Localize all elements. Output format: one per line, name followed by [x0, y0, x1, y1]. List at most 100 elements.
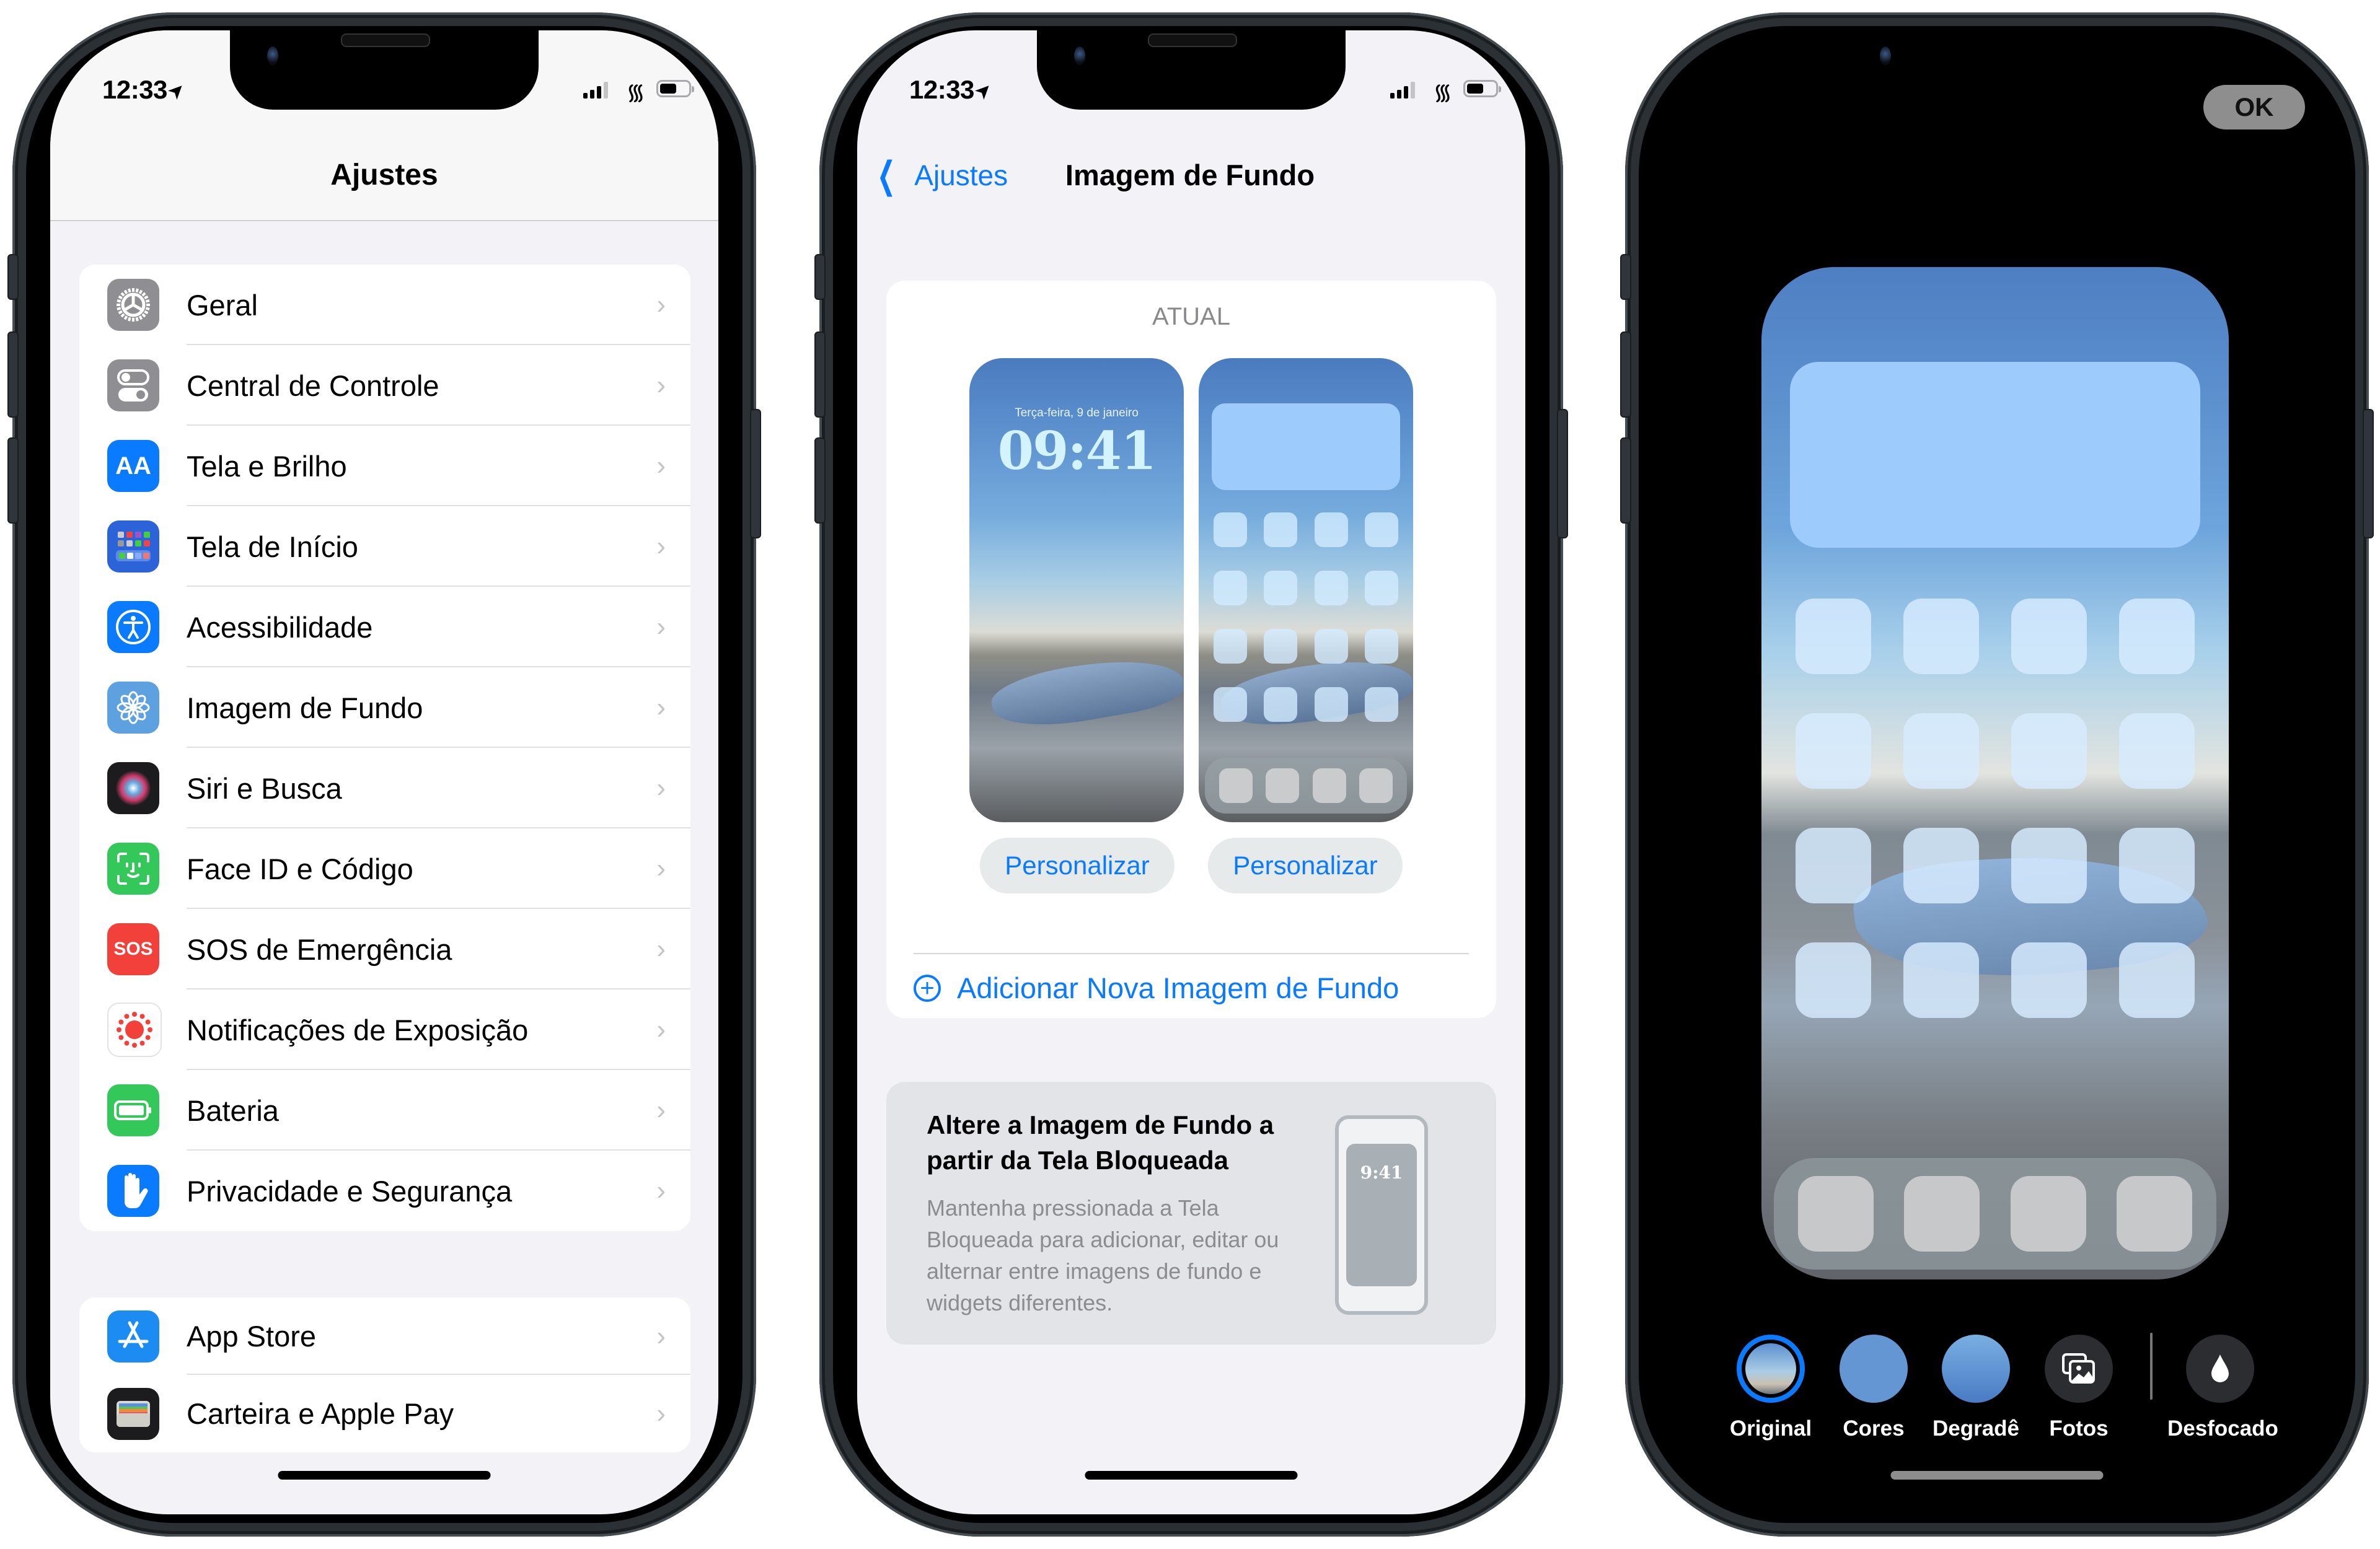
phone-settings: Ajustes 12:33 ➤ ᯾ Geral › Central de Contr… [7, 12, 761, 1537]
settings-row-sos-de-emergencia[interactable]: SOS SOS de Emergência › [79, 909, 690, 990]
wallet-icon [107, 1387, 159, 1440]
sos-icon: SOS [107, 923, 159, 975]
page-title: Imagem de Fundo [1065, 159, 1315, 191]
divider [914, 953, 1469, 954]
settings-row-face-id-e-codigo[interactable]: Face ID e Código › [79, 828, 690, 909]
chevron-right-icon: › [656, 612, 666, 642]
wallpaper-screen: 12:33 ➤ ᯾ ❮ Ajustes Imagem de Fundo ATUA… [857, 30, 1525, 1514]
volume-up-button [1620, 331, 1631, 418]
option-original[interactable]: Original [1718, 1335, 1823, 1441]
ok-button[interactable]: OK [2203, 85, 2305, 129]
siri-icon [107, 762, 159, 814]
back-label: Ajustes [914, 159, 1008, 191]
front-camera [267, 46, 278, 65]
section-label-current: ATUAL [1152, 303, 1230, 330]
settings-row-privacidade-e-seguranca[interactable]: Privacidade e Segurança › [79, 1151, 690, 1231]
option-label: Degradê [1932, 1416, 2020, 1441]
wifi-icon: ᯾ [626, 79, 645, 105]
tip-title: Altere a Imagem de Fundo a partir da Tel… [927, 1110, 1274, 1175]
status-time: 12:33 [102, 75, 167, 104]
option-blur[interactable]: Desfocado [2167, 1335, 2278, 1441]
side-button [2363, 409, 2374, 538]
original-swatch [1737, 1335, 1805, 1403]
photos-icon [2045, 1335, 2113, 1403]
mute-switch [7, 254, 19, 300]
settings-row-label: Tela de Início [187, 530, 358, 563]
editor-screen: OK Original Cores Degradê Fotos Desfocad… [1663, 30, 2331, 1514]
phone-wallpaper-editor: OK Original Cores Degradê Fotos Desfocad… [1620, 12, 2374, 1537]
toggles-icon [107, 359, 159, 411]
volume-down-button [1620, 437, 1631, 524]
home-screen-preview[interactable] [1199, 358, 1413, 822]
add-new-wallpaper-button[interactable]: + Adicionar Nova Imagem de Fundo [914, 971, 1399, 1005]
settings-row-label: Acessibilidade [187, 610, 373, 644]
customize-home-button[interactable]: Personalizar [1208, 838, 1403, 893]
chevron-right-icon: › [656, 289, 666, 320]
gear-icon [107, 279, 159, 331]
settings-row-label: Bateria [187, 1094, 279, 1127]
chevron-right-icon: › [656, 1095, 666, 1125]
back-button[interactable]: ❮ Ajustes [871, 157, 1008, 194]
mute-switch [1620, 254, 1631, 300]
option-label: Desfocado [2167, 1416, 2278, 1441]
colors-swatch [1840, 1335, 1908, 1403]
chevron-right-icon: › [656, 773, 666, 803]
customize-lock-button[interactable]: Personalizar [980, 838, 1175, 893]
settings-row-label: Carteira e Apple Pay [187, 1397, 454, 1430]
battery-icon [107, 1084, 159, 1136]
lock-date: Terça-feira, 9 de janeiro [1015, 406, 1139, 419]
status-time: 12:33 [909, 75, 974, 104]
earpiece-speaker [1148, 33, 1237, 47]
gradient-swatch [1942, 1335, 2010, 1403]
home-indicator[interactable] [1890, 1471, 2104, 1480]
option-gradient[interactable]: Degradê [1923, 1335, 2029, 1441]
plus-circle-icon: + [914, 974, 941, 1002]
settings-row-carteira-e-apple-pay[interactable]: Carteira e Apple Pay › [79, 1375, 690, 1452]
volume-down-button [7, 437, 19, 524]
home-screen-wallpaper-preview [1761, 267, 2229, 1279]
chevron-right-icon: › [656, 531, 666, 561]
settings-row-tela-e-brilho[interactable]: AA Tela e Brilho › [79, 426, 690, 506]
option-colors[interactable]: Cores [1821, 1335, 1926, 1441]
side-button [750, 409, 761, 538]
lock-screen-preview[interactable]: Terça-feira, 9 de janeiro 09:41 [969, 358, 1184, 822]
settings-row-central-de-controle[interactable]: Central de Controle › [79, 345, 690, 426]
settings-row-imagem-de-fundo[interactable]: Imagem de Fundo › [79, 667, 690, 748]
option-photos[interactable]: Fotos [2026, 1335, 2131, 1441]
front-camera [1074, 46, 1085, 65]
settings-row-label: Siri e Busca [187, 771, 342, 805]
settings-row-label: Imagem de Fundo [187, 691, 423, 724]
wifi-icon: ᯾ [1433, 79, 1452, 105]
settings-row-siri-e-busca[interactable]: Siri e Busca › [79, 748, 690, 828]
chevron-right-icon: › [656, 853, 666, 884]
chevron-right-icon: › [656, 1320, 666, 1351]
text-size-icon: AA [107, 440, 159, 492]
dock [1205, 758, 1407, 814]
volume-up-button [7, 331, 19, 418]
page-title: Ajustes [330, 159, 438, 191]
settings-row-label: App Store [187, 1320, 317, 1353]
settings-row-acessibilidade[interactable]: Acessibilidade › [79, 587, 690, 667]
settings-row-tela-de-inicio[interactable]: Tela de Início › [79, 506, 690, 587]
settings-row-app-store[interactable]: App Store › [79, 1297, 690, 1375]
hand-icon [107, 1165, 159, 1217]
home-screen-icon [107, 520, 159, 573]
settings-row-label: Tela e Brilho [187, 449, 347, 483]
chevron-left-icon: ❮ [877, 154, 896, 196]
add-new-wallpaper-label: Adicionar Nova Imagem de Fundo [957, 972, 1399, 1004]
illustration-time: 9:41 [1360, 1162, 1403, 1183]
home-indicator[interactable] [278, 1471, 491, 1480]
home-indicator[interactable] [1085, 1471, 1298, 1480]
option-label: Fotos [2049, 1416, 2109, 1441]
chevron-right-icon: › [656, 1398, 666, 1429]
battery-status-icon [656, 80, 694, 97]
settings-row-notificacoes-de-exposicao[interactable]: Notificações de Exposição › [79, 990, 690, 1070]
side-button [1557, 409, 1568, 538]
phone-wallpaper-settings: 12:33 ➤ ᯾ ❮ Ajustes Imagem de Fundo ATUA… [814, 12, 1568, 1537]
settings-row-bateria[interactable]: Bateria › [79, 1070, 690, 1151]
option-label: Cores [1843, 1416, 1905, 1441]
wallpaper-flower-icon [107, 682, 159, 734]
app-icon-grid [1214, 512, 1398, 722]
settings-row-geral[interactable]: Geral › [79, 265, 690, 345]
volume-down-button [814, 437, 826, 524]
